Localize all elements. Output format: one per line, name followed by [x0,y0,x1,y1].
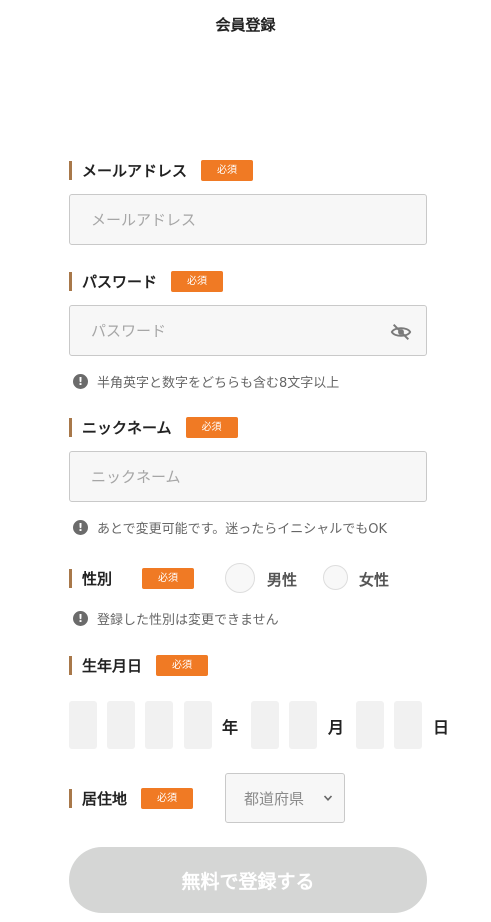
email-label-row: メールアドレス 必須 [69,159,254,181]
birth-day-digit-1[interactable] [356,701,384,749]
label-accent-bar [69,655,72,675]
required-badge: 必須 [201,159,254,181]
nickname-label: ニックネーム [82,418,172,437]
password-label: パスワード [82,272,158,291]
gender-option-female-label[interactable]: 女性 [359,569,389,590]
residence-label: 居住地 [82,789,128,808]
prefecture-select[interactable]: 都道府県 [225,773,345,823]
email-field-box[interactable] [69,194,427,245]
email-input[interactable] [91,210,426,229]
label-accent-bar [69,568,72,588]
password-hint-text: 半角英字と数字をどちらも含む8文字以上 [97,376,340,391]
gender-hint: ! 登録した性別は変更できません [73,609,279,628]
day-unit: 日 [433,718,450,737]
year-unit: 年 [222,718,239,737]
required-badge: 必須 [141,787,194,809]
gender-radio-female[interactable] [323,565,348,590]
label-accent-bar [69,160,72,180]
birth-day-digit-2[interactable] [394,701,422,749]
gender-option-male-label[interactable]: 男性 [267,569,297,590]
gender-hint-text: 登録した性別は変更できません [97,613,279,628]
nickname-hint: ! あとで変更可能です。迷ったらイニシャルでもOK [73,518,387,537]
birthday-label-row: 生年月日 必須 [69,654,209,676]
info-icon: ! [73,520,88,535]
birthday-label: 生年月日 [82,656,143,675]
password-hint: ! 半角英字と数字をどちらも含む8文字以上 [73,372,339,391]
birth-year-digit-2[interactable] [107,701,135,749]
label-accent-bar [69,271,72,291]
page-title: 会員登録 [215,16,276,34]
info-icon: ! [73,374,88,389]
eye-off-icon[interactable] [390,321,412,343]
birth-year-digit-4[interactable] [184,701,212,749]
birth-month-digit-2[interactable] [289,701,317,749]
label-accent-bar [69,417,72,437]
residence-label-row: 居住地 必須 [69,787,194,809]
nickname-label-row: ニックネーム 必須 [69,416,238,438]
password-label-row: パスワード 必須 [69,270,224,292]
label-accent-bar [69,788,72,808]
birth-month-digit-1[interactable] [251,701,279,749]
gender-label: 性別 [82,569,113,588]
birth-year-digit-1[interactable] [69,701,97,749]
register-submit-button[interactable]: 無料で登録する [69,847,427,913]
email-label: メールアドレス [82,161,188,180]
birth-year-digit-3[interactable] [145,701,173,749]
password-input[interactable] [91,321,426,340]
month-unit: 月 [328,718,345,737]
prefecture-select-value: 都道府県 [244,789,305,808]
gender-label-row: 性別 必須 [69,567,195,589]
nickname-hint-text: あとで変更可能です。迷ったらイニシャルでもOK [97,522,388,537]
required-badge: 必須 [171,270,224,292]
nickname-field-box[interactable] [69,451,427,502]
required-badge: 必須 [185,416,238,438]
password-field-box[interactable] [69,305,427,356]
required-badge: 必須 [142,567,195,589]
info-icon: ! [73,611,88,626]
nickname-input[interactable] [91,467,426,486]
gender-radio-male[interactable] [225,563,255,593]
chevron-down-icon [323,795,333,801]
required-badge: 必須 [156,654,209,676]
